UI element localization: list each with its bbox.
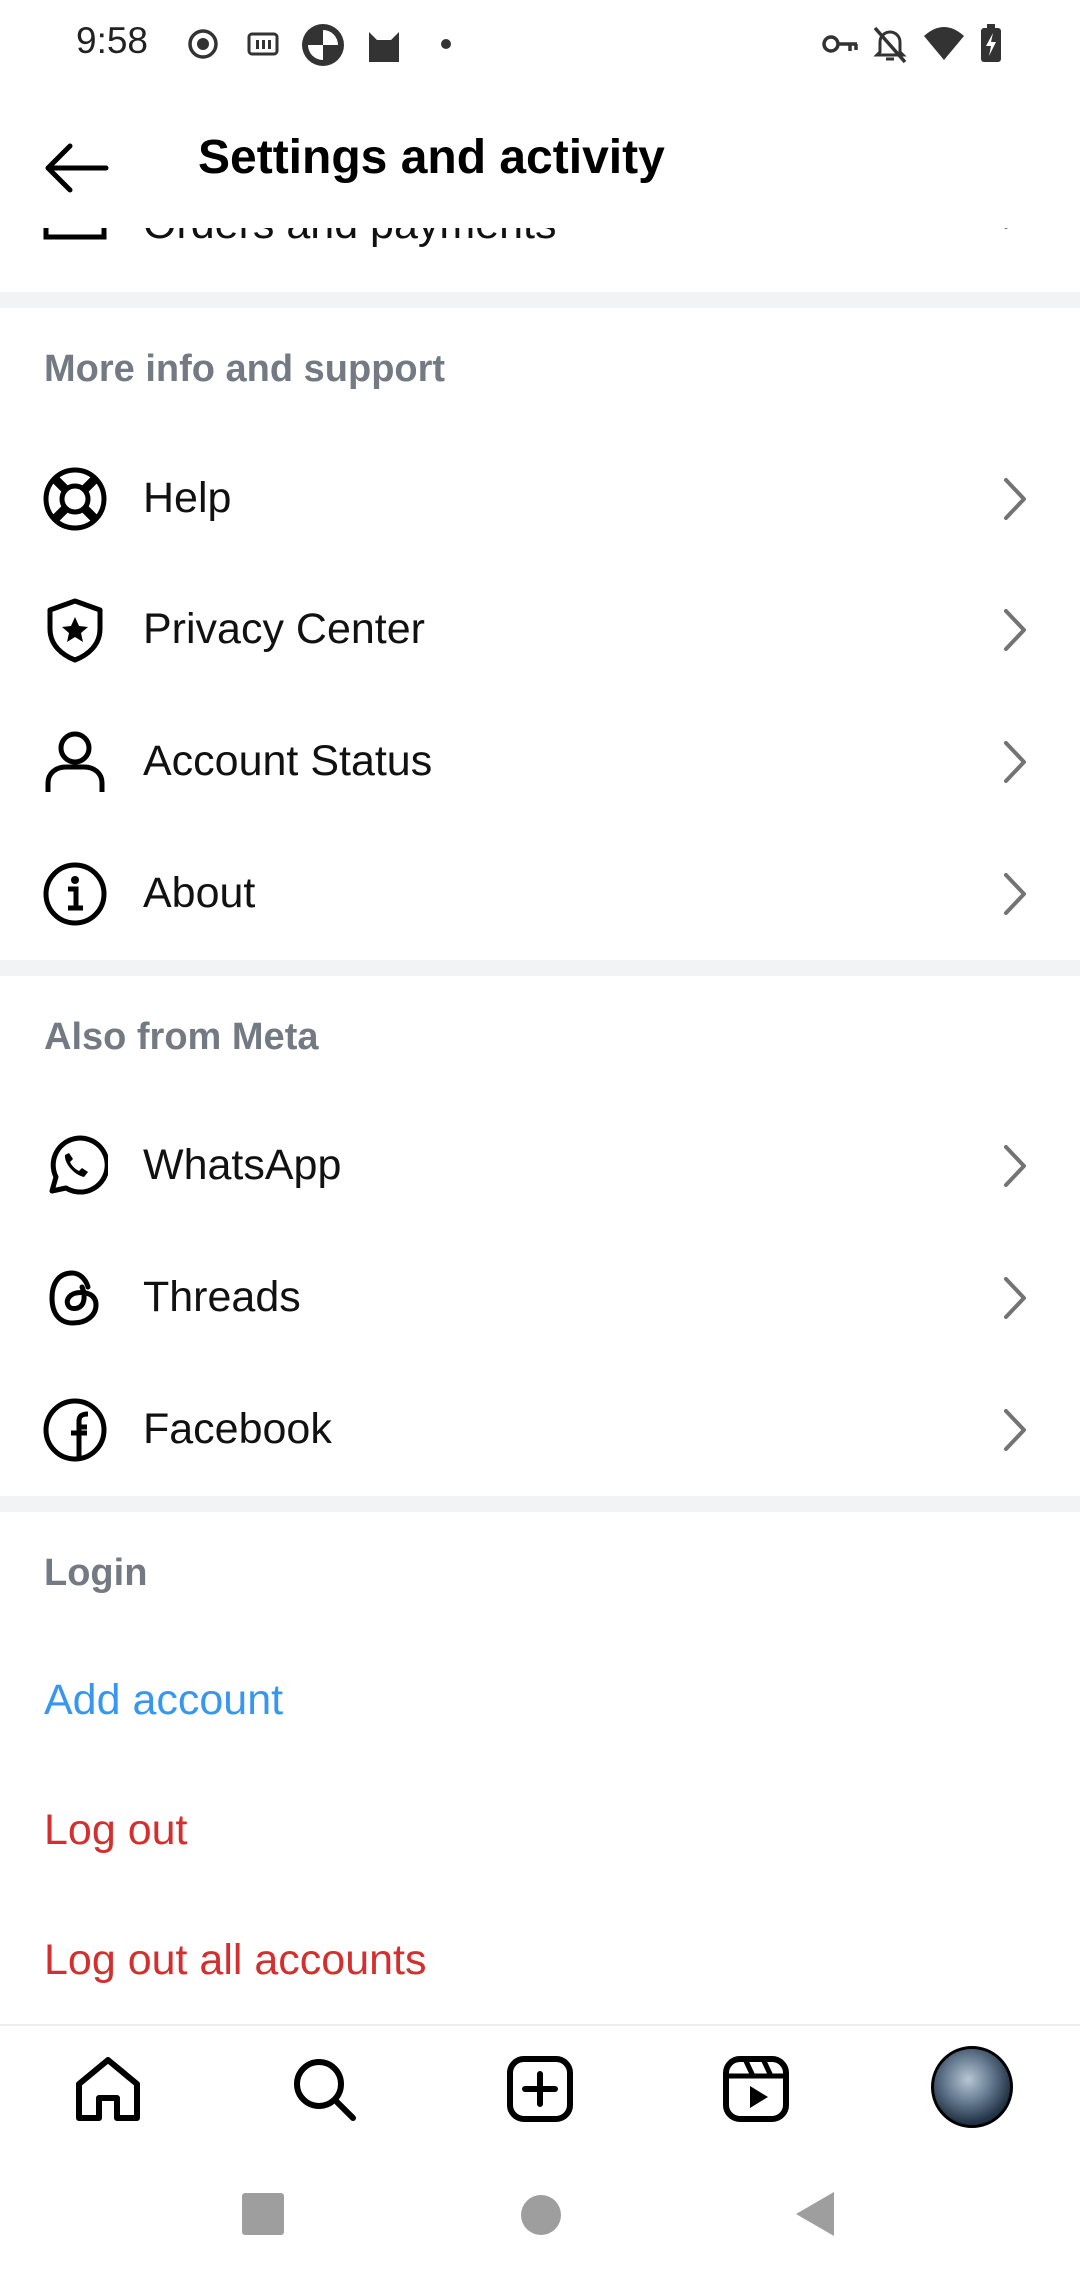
about-label: About <box>143 869 256 917</box>
cat-icon <box>369 32 399 62</box>
person-icon <box>45 731 105 792</box>
privacy-center-label: Privacy Center <box>143 605 425 653</box>
chevron-right-icon <box>1004 478 1026 520</box>
search-icon[interactable] <box>289 2054 359 2124</box>
chevron-right-icon <box>1004 741 1026 783</box>
facebook-label: Facebook <box>143 1405 332 1453</box>
chevron-right-icon <box>1004 609 1026 651</box>
chevron-right-icon <box>1004 1409 1026 1451</box>
back-arrow-icon[interactable] <box>36 128 116 208</box>
app-icon <box>302 24 344 66</box>
section-title-meta: Also from Meta <box>44 1016 319 1058</box>
header: Settings and activity <box>0 88 1080 228</box>
battery-charging-icon <box>981 24 1001 62</box>
profile-avatar[interactable] <box>931 2046 1013 2128</box>
add-account-link[interactable]: Add account <box>44 1676 283 1725</box>
threads-label: Threads <box>143 1273 301 1321</box>
status-time: 9:58 <box>76 20 149 61</box>
key-icon <box>822 35 858 53</box>
account-status-label: Account Status <box>143 737 433 785</box>
log-out-all-link[interactable]: Log out all accounts <box>44 1936 427 1985</box>
system-nav-bar <box>0 2150 1080 2280</box>
about-row[interactable]: About <box>0 828 1080 960</box>
back-button[interactable] <box>794 2190 836 2238</box>
chevron-right-icon <box>1004 1277 1026 1319</box>
whatsapp-icon <box>49 1135 108 1195</box>
section-title-login: Login <box>44 1552 148 1594</box>
threads-row[interactable]: Threads <box>0 1232 1080 1364</box>
whatsapp-label: WhatsApp <box>143 1141 342 1189</box>
help-label: Help <box>143 474 232 522</box>
facebook-row[interactable]: Facebook <box>0 1364 1080 1496</box>
home-button[interactable] <box>520 2194 562 2236</box>
section-title-more-info: More info and support <box>44 348 446 390</box>
whatsapp-row[interactable]: WhatsApp <box>0 1100 1080 1232</box>
bottom-nav <box>0 2024 1080 2152</box>
status-bar: 9:58 <box>0 0 1080 88</box>
home-icon[interactable] <box>73 2054 143 2124</box>
dot-icon <box>441 39 451 49</box>
privacy-center-row[interactable]: Privacy Center <box>0 564 1080 696</box>
chevron-right-icon <box>1004 1145 1026 1187</box>
reels-icon[interactable] <box>721 2054 791 2124</box>
help-row[interactable]: Help <box>0 433 1080 565</box>
page-title: Settings and activity <box>198 131 665 184</box>
chevron-right-icon <box>1004 873 1026 915</box>
info-icon <box>43 862 107 926</box>
iqiyi-icon <box>247 32 279 56</box>
record-icon <box>188 29 218 59</box>
section-divider <box>0 292 1080 308</box>
facebook-icon <box>43 1398 107 1462</box>
bell-off-icon <box>873 26 907 64</box>
wifi-icon <box>924 27 964 60</box>
section-divider <box>0 1496 1080 1512</box>
create-icon[interactable] <box>505 2054 575 2124</box>
lifebuoy-icon <box>43 467 107 531</box>
shield-star-icon <box>47 598 103 663</box>
section-divider <box>0 960 1080 976</box>
threads-icon <box>49 1270 99 1326</box>
account-status-row[interactable]: Account Status <box>0 696 1080 828</box>
recents-button[interactable] <box>241 2192 285 2236</box>
log-out-link[interactable]: Log out <box>44 1806 187 1855</box>
